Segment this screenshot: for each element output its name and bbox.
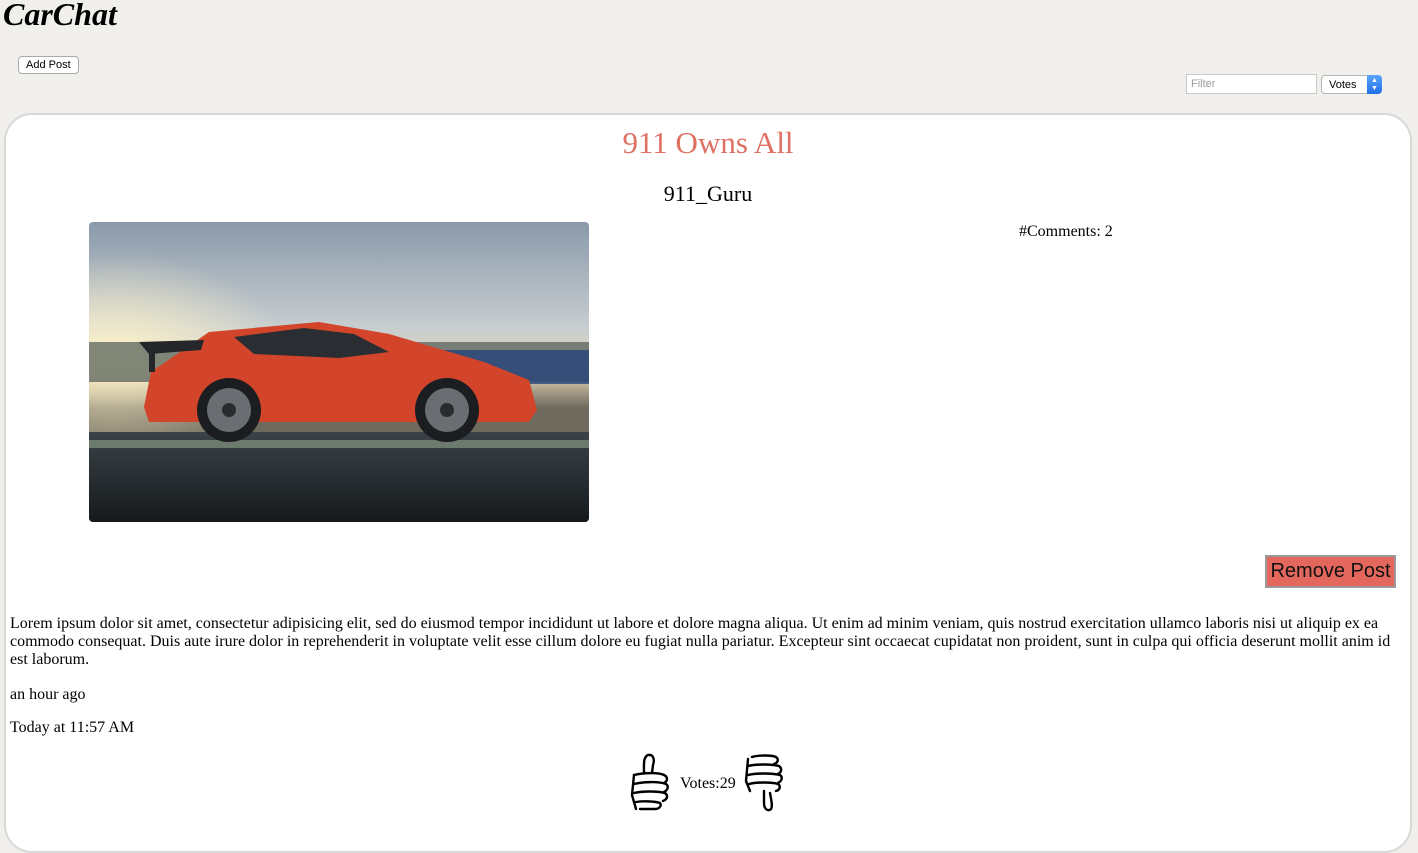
remove-post-button[interactable]: Remove Post (1265, 555, 1396, 588)
post-date: Today at 11:57 AM (10, 719, 135, 736)
updown-chevron-icon: ▲ ▼ (1367, 75, 1382, 94)
sort-select[interactable]: Votes ▲ ▼ (1321, 75, 1382, 94)
app-title: CarChat (3, 0, 117, 32)
post-image (89, 222, 589, 522)
thumbs-up-icon[interactable] (628, 751, 672, 815)
post-author: 911_Guru (663, 181, 753, 206)
post-relative-time: an hour ago (10, 686, 86, 703)
thumbs-down-icon[interactable] (742, 751, 786, 815)
post-card: 911 Owns All 911_Guru #Comments: 2 Remov… (4, 113, 1412, 853)
vote-count: Votes:29 (680, 775, 736, 792)
comments-count: #Comments: 2 (1019, 223, 1113, 240)
filter-input[interactable] (1186, 74, 1317, 94)
post-body: Lorem ipsum dolor sit amet, consectetur … (10, 615, 1391, 668)
post-title: 911 Owns All (622, 125, 794, 160)
sort-select-value: Votes (1329, 78, 1357, 91)
add-post-button[interactable]: Add Post (18, 56, 79, 74)
